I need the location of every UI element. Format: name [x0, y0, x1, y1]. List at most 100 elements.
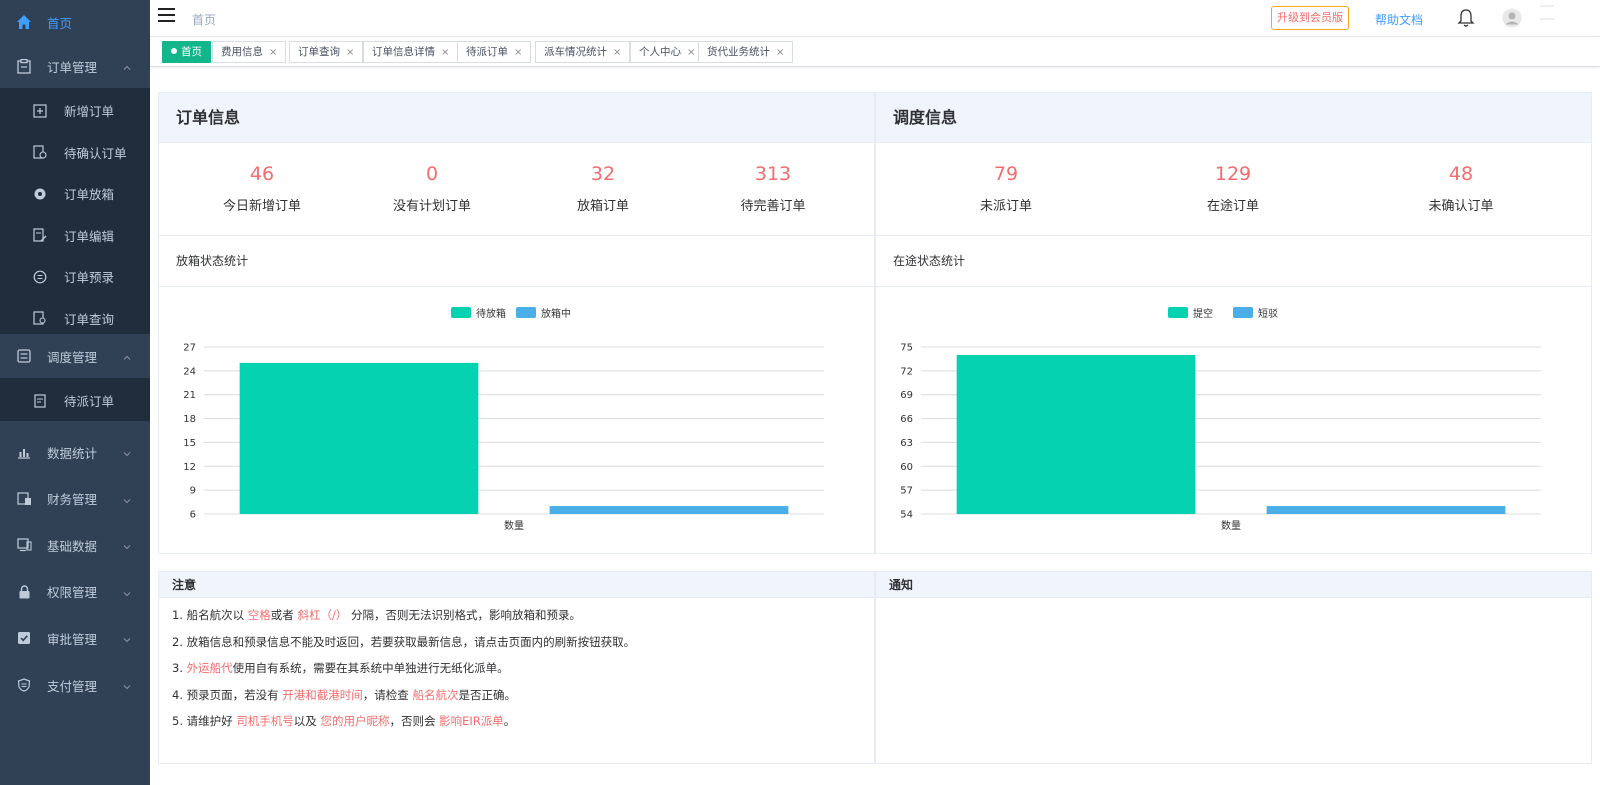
legend-label[interactable]: 放箱中 [541, 307, 571, 320]
stat-value: 79 [993, 163, 1019, 185]
sidebar-item-order-mgmt[interactable]: 订单管理 [0, 44, 150, 88]
tab-tag[interactable]: 费用信息 × [212, 41, 287, 63]
notice-highlight: 司机手机号 [236, 714, 294, 728]
notice-highlight: 空格 [247, 608, 271, 622]
stat-card[interactable]: 0 没有计划订单 [352, 163, 512, 214]
tab-tag[interactable]: 待派订单 × [457, 41, 532, 63]
stat-card[interactable]: 313 待完善订单 [693, 163, 853, 214]
x-axis-label: 数量 [504, 519, 524, 532]
more-menu-icon[interactable] [1540, 4, 1554, 22]
close-icon[interactable]: × [346, 47, 354, 58]
stat-card[interactable]: 32 放箱订单 [523, 163, 683, 214]
sidebar-item-label: 基础数据 [47, 538, 98, 554]
sidebar-subitem[interactable]: 订单放箱 [0, 173, 150, 214]
sidebar-item-pending-dispatch[interactable]: 待派订单 [0, 380, 150, 421]
legend-label[interactable]: 提空 [1193, 307, 1213, 320]
bar[interactable] [1266, 506, 1506, 514]
bar[interactable] [956, 354, 1196, 514]
stat-label: 未派订单 [979, 199, 1032, 214]
sidebar-group[interactable]: 权限管理 [0, 570, 150, 614]
y-tick-label: 75 [900, 343, 913, 354]
breadcrumb[interactable]: 首页 [192, 11, 216, 28]
tab-tag[interactable]: 个人中心 × [630, 41, 705, 63]
sidebar-subitem[interactable]: 订单预录 [0, 256, 150, 297]
legend-swatch[interactable] [1168, 307, 1188, 318]
notice-text: 3. [172, 661, 187, 675]
close-icon[interactable]: × [776, 47, 784, 58]
sidebar-item-label: 首页 [47, 15, 73, 31]
sidebar-group[interactable]: 数据统计 [0, 430, 150, 474]
in-transit-chart-title: 在途状态统计 [876, 235, 1591, 287]
pending-doc-icon [32, 144, 48, 160]
help-doc-link[interactable]: 帮助文档 [1375, 11, 1423, 28]
gear-icon [32, 186, 48, 202]
sidebar-item-dispatch-mgmt[interactable]: 调度管理 [0, 334, 150, 378]
sidebar-subitem[interactable]: 订单编辑 [0, 215, 150, 256]
order-info-title: 订单信息 [159, 93, 874, 143]
stat-card[interactable]: 46 今日新增订单 [182, 163, 342, 214]
y-tick-label: 57 [900, 486, 913, 497]
bar[interactable] [549, 506, 789, 514]
notice-highlight: 船名航次 [412, 687, 459, 702]
legend-label[interactable]: 待放箱 [476, 307, 506, 320]
bar[interactable] [239, 362, 479, 514]
sidebar-subitem[interactable]: 新增订单 [0, 90, 150, 131]
finance-icon [16, 491, 32, 507]
hamburger-menu-icon[interactable] [158, 8, 175, 22]
x-axis-label: 数量 [1221, 519, 1241, 532]
tag-label: 个人中心 [639, 46, 681, 58]
close-icon[interactable]: × [441, 47, 449, 58]
sidebar-item-label: 数据统计 [47, 445, 98, 461]
tab-tag[interactable]: 货代业务统计 × [698, 41, 794, 63]
tab-tag[interactable]: 订单信息详情 × [363, 41, 459, 63]
stat-card[interactable]: 79 未派订单 [926, 163, 1086, 214]
legend-swatch[interactable] [451, 307, 471, 318]
chevron-down-icon [122, 680, 132, 690]
tab-tag[interactable]: 派车情况统计 × [535, 41, 631, 63]
close-icon[interactable]: × [687, 47, 695, 58]
sidebar: 首页 订单管理 新增订单 待确认订单 订单放箱订单编辑订单预录 订单查询 调度管理 待… [0, 0, 150, 785]
legend-label[interactable]: 短驳 [1258, 307, 1278, 320]
close-icon[interactable]: × [514, 47, 522, 58]
stat-value: 313 [754, 163, 792, 185]
sidebar-group[interactable]: 支付管理 [0, 663, 150, 707]
sidebar-group[interactable]: 审批管理 [0, 616, 150, 660]
close-icon[interactable]: × [269, 47, 277, 58]
dispatch-info-panel: 调度信息 79 未派订单 129 在途订单 48 未确认订单 在途状态统计 提空 短驳 54 5… [875, 92, 1592, 554]
notice-text: ，否则会 [389, 714, 440, 728]
bar-chart-svg: 提空 短驳 54 57 60 63 66 69 72 75 数量 [900, 307, 1541, 532]
active-dot-icon [171, 48, 177, 54]
search-doc-icon [32, 310, 48, 326]
notice-title: 注意 [159, 572, 874, 598]
legend-swatch[interactable] [516, 307, 536, 318]
stat-label: 在途订单 [1206, 199, 1259, 214]
close-icon[interactable]: × [613, 47, 621, 58]
sidebar-item-home[interactable]: 首页 [0, 0, 150, 44]
stat-label: 未确认订单 [1428, 199, 1494, 214]
in-transit-chart: 提空 短驳 54 57 60 63 66 69 72 75 数量 [876, 287, 1591, 553]
tab-tag[interactable]: 首页 [162, 41, 211, 63]
notice-item: 5. 请维护好 司机手机号以及 您的用户昵称，否则会 影响EIR派单。 [172, 713, 515, 729]
sidebar-group[interactable]: 基础数据 [0, 523, 150, 567]
stat-value: 129 [1214, 163, 1252, 185]
sidebar-group[interactable]: 财务管理 [0, 477, 150, 521]
bar-chart-svg: 待放箱 放箱中 6 9 12 15 18 21 24 27 数量 [183, 307, 824, 532]
notice-text: 是否正确。 [458, 687, 516, 702]
y-tick-label: 6 [190, 510, 196, 521]
y-tick-label: 60 [900, 462, 913, 473]
stat-card[interactable]: 129 在途订单 [1153, 163, 1313, 214]
tab-tag[interactable]: 订单查询 × [289, 41, 364, 63]
sidebar-subitem[interactable]: 待确认订单 [0, 132, 150, 173]
avatar[interactable] [1502, 8, 1522, 28]
upgrade-button[interactable]: 升级到会员版 [1271, 6, 1349, 30]
notice-panel: 注意 1. 船名航次以 空格或者 斜杠（/） 分隔，否则无法识别格式，影响放箱和… [158, 571, 875, 764]
lock-icon [16, 584, 32, 600]
bell-icon[interactable] [1457, 8, 1475, 28]
dispatch-info-title: 调度信息 [876, 93, 1591, 143]
notice-text: 5. 请维护好 [172, 714, 237, 728]
stat-card[interactable]: 48 未确认订单 [1381, 163, 1541, 214]
sidebar-item-label: 订单编辑 [64, 228, 115, 244]
notice-highlight: 开港和截港时间 [282, 687, 363, 702]
sidebar-subitem[interactable]: 订单查询 [0, 298, 150, 339]
legend-swatch[interactable] [1233, 307, 1253, 318]
